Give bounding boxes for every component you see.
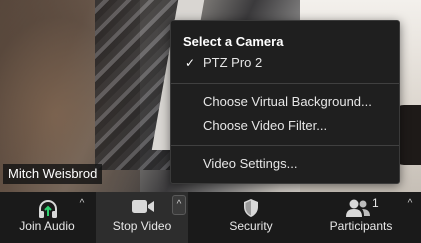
video-options-chevron-up-icon[interactable]: ^ (172, 195, 186, 215)
camera-menu: Select a Camera ✓ PTZ Pro 2 Choose Virtu… (170, 20, 400, 184)
security-label: Security (229, 219, 273, 233)
menu-item-label: Video Settings... (203, 156, 298, 171)
video-camera-icon (131, 198, 155, 221)
join-audio-label: Join Audio (19, 219, 75, 233)
video-settings-item[interactable]: Video Settings... (171, 153, 399, 175)
choose-video-filter-item[interactable]: Choose Video Filter... (171, 115, 399, 137)
camera-option-ptz-pro-2[interactable]: ✓ PTZ Pro 2 (171, 52, 399, 74)
menu-item-label: Choose Video Filter... (203, 118, 328, 133)
audio-options-chevron-up-icon[interactable]: ^ (76, 198, 88, 210)
join-audio-button[interactable]: Join Audio (12, 192, 82, 243)
choose-virtual-background-item[interactable]: Choose Virtual Background... (171, 91, 399, 113)
participants-options-chevron-up-icon[interactable]: ^ (404, 198, 416, 210)
security-button[interactable]: Security (214, 192, 288, 243)
menu-item-label: Choose Virtual Background... (203, 94, 372, 109)
participant-name-tag: Mitch Weisbrod (3, 164, 103, 184)
participants-label: Participants (329, 219, 393, 233)
meeting-toolbar: Join Audio ^ Stop Video ^ Security 1 Par… (0, 192, 421, 243)
checkmark-icon: ✓ (185, 56, 196, 70)
menu-divider (171, 83, 399, 84)
participants-count: 1 (372, 196, 379, 210)
participants-button[interactable]: 1 Participants (320, 192, 402, 243)
menu-title: Select a Camera (183, 34, 284, 49)
stop-video-label: Stop Video (112, 219, 172, 233)
menu-divider (171, 145, 399, 146)
camera-option-label: PTZ Pro 2 (203, 55, 263, 70)
